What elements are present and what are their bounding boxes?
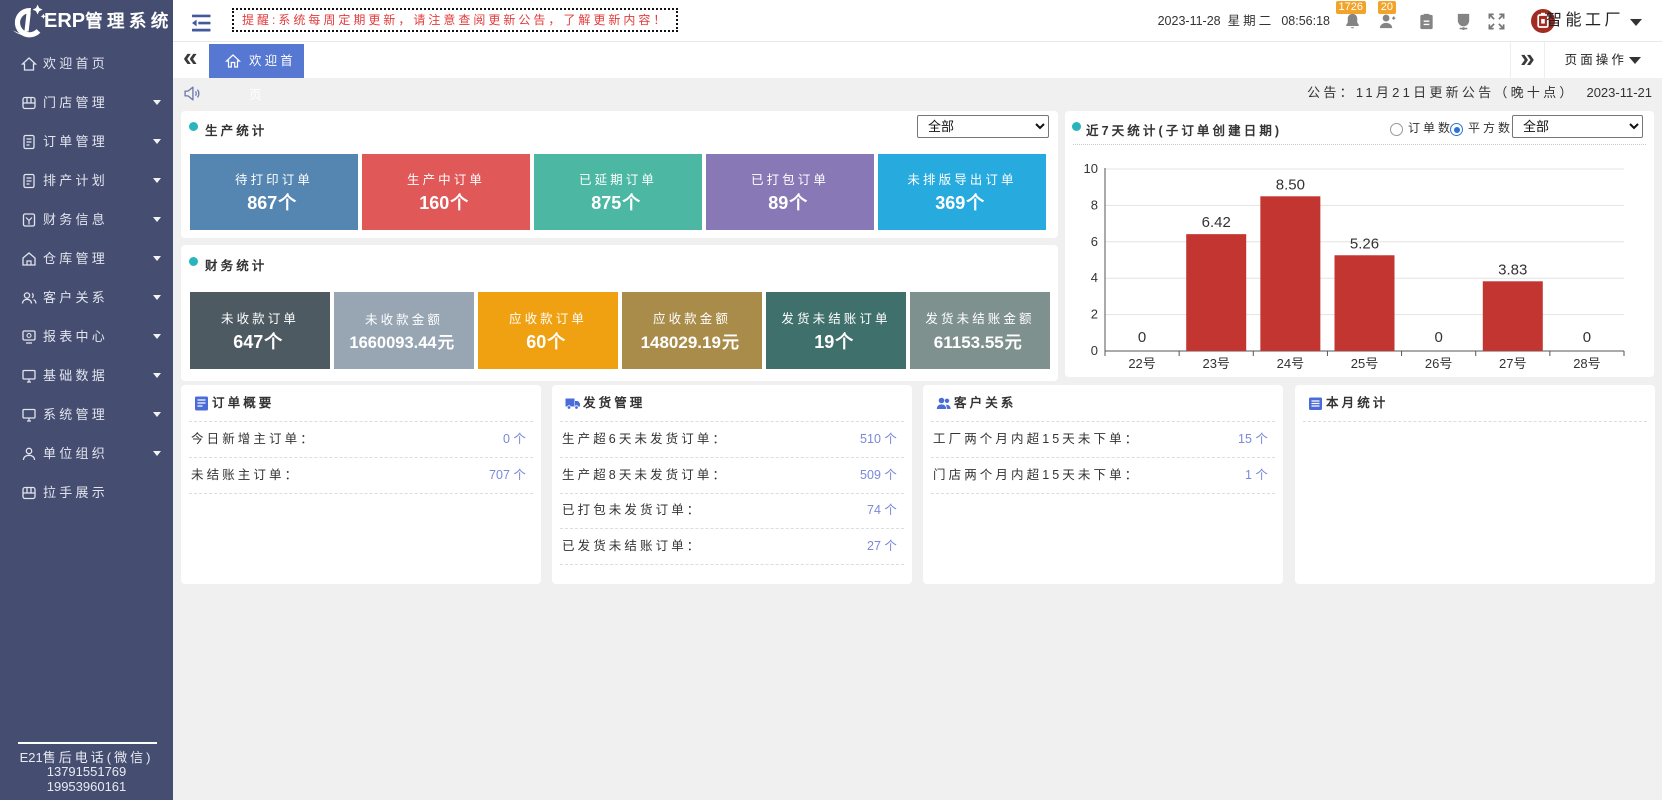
svg-text:28号: 28号 <box>1573 356 1600 371</box>
svg-text:8: 8 <box>1091 197 1098 212</box>
svg-text:0: 0 <box>1138 329 1146 346</box>
svg-text:23号: 23号 <box>1202 356 1229 371</box>
svg-text:8.50: 8.50 <box>1276 176 1305 193</box>
svg-text:0: 0 <box>1091 343 1098 358</box>
svg-text:0: 0 <box>1434 329 1442 346</box>
svg-text:26号: 26号 <box>1425 356 1452 371</box>
svg-text:27号: 27号 <box>1499 356 1526 371</box>
svg-text:6.42: 6.42 <box>1202 214 1231 231</box>
svg-text:24号: 24号 <box>1277 356 1304 371</box>
svg-text:25号: 25号 <box>1351 356 1378 371</box>
svg-text:22号: 22号 <box>1128 356 1155 371</box>
svg-text:0: 0 <box>1583 329 1591 346</box>
svg-text:5.26: 5.26 <box>1350 235 1379 252</box>
svg-text:3.83: 3.83 <box>1498 261 1527 278</box>
svg-text:4: 4 <box>1091 270 1098 285</box>
svg-text:2: 2 <box>1091 307 1098 322</box>
svg-text:6: 6 <box>1091 234 1098 249</box>
svg-text:10: 10 <box>1084 161 1098 176</box>
